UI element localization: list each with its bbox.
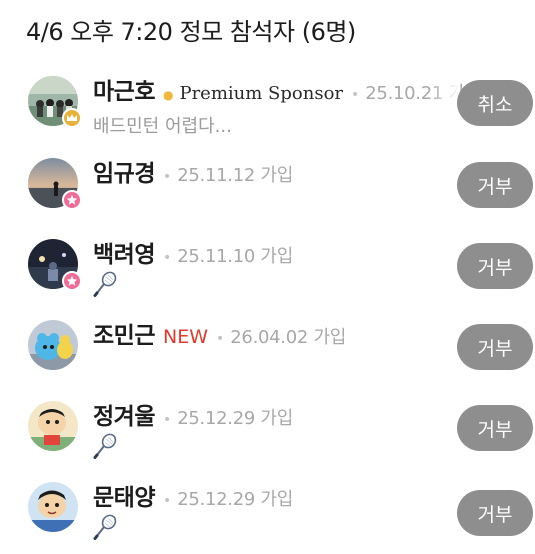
badminton-racket-icon (93, 271, 117, 297)
member-row[interactable]: 임규경 • 25.11.12 가입 거부 (0, 150, 535, 230)
member-name-line: 정겨울 • 25.12.29 가입 (93, 397, 293, 431)
separator-dot: • (216, 331, 225, 347)
cancel-button[interactable]: 취소 (457, 80, 533, 126)
member-name-line: 문태양 • 25.12.29 가입 (93, 478, 293, 512)
text-fade (430, 76, 460, 106)
page-title: 4/6 오후 7:20 정모 참석자 (6명) (26, 18, 356, 46)
join-date: 25.12.29 가입 (177, 489, 293, 510)
member-row[interactable]: 백려영 • 25.11.10 가입 거부 (0, 231, 535, 311)
sponsor-label: Premium Sponsor (179, 83, 344, 104)
separator-dot: • (162, 412, 172, 428)
member-name[interactable]: 백려영 (93, 235, 155, 269)
member-row[interactable]: 마근호 ● Premium Sponsor • 25.10.21 가입 배드민턴… (0, 68, 535, 148)
avatar[interactable] (28, 482, 78, 532)
join-date: 25.11.12 가입 (177, 165, 293, 186)
member-name-line: 조민근 NEW • 26.04.02 가입 (93, 316, 346, 350)
member-row[interactable]: 정겨울 • 25.12.29 가입 거부 (0, 393, 535, 473)
reject-button[interactable]: 거부 (457, 324, 533, 370)
separator-dot: • (162, 493, 172, 509)
member-row[interactable]: 문태양 • 25.12.29 가입 거부 (0, 474, 535, 554)
badminton-racket-icon (93, 514, 117, 540)
member-name-line: 임규경 • 25.11.12 가입 (93, 154, 293, 188)
member-row[interactable]: 조민근 NEW • 26.04.02 가입 거부 (0, 312, 535, 392)
star-icon (62, 190, 82, 210)
member-name-line: 백려영 • 25.11.10 가입 (93, 235, 293, 269)
member-name[interactable]: 문태양 (93, 478, 155, 512)
member-name[interactable]: 조민근 (93, 316, 155, 350)
member-bio: 배드민턴 어렵다... (93, 116, 232, 137)
join-date: 25.11.10 가입 (177, 246, 293, 267)
new-member-badge: NEW (162, 326, 208, 348)
separator-dot: • (162, 169, 172, 185)
reject-button[interactable]: 거부 (457, 405, 533, 451)
star-icon (62, 271, 82, 291)
member-name[interactable]: 마근호 (93, 72, 155, 106)
badminton-racket-icon (93, 433, 117, 459)
reject-button[interactable]: 거부 (457, 243, 533, 289)
reject-button[interactable]: 거부 (457, 162, 533, 208)
avatar[interactable] (28, 320, 78, 370)
join-date: 25.12.29 가입 (177, 408, 293, 429)
avatar[interactable] (28, 401, 78, 451)
member-name-line: 마근호 ● Premium Sponsor • 25.10.21 가입 (93, 72, 481, 106)
join-date: 26.04.02 가입 (230, 327, 346, 348)
member-name[interactable]: 임규경 (93, 154, 155, 188)
separator-dot: • (162, 250, 172, 266)
crown-icon (62, 108, 82, 128)
member-name[interactable]: 정겨울 (93, 397, 155, 431)
reject-button[interactable]: 거부 (457, 490, 533, 536)
gold-dot-icon: ● (162, 88, 174, 102)
separator-dot: • (351, 87, 360, 103)
